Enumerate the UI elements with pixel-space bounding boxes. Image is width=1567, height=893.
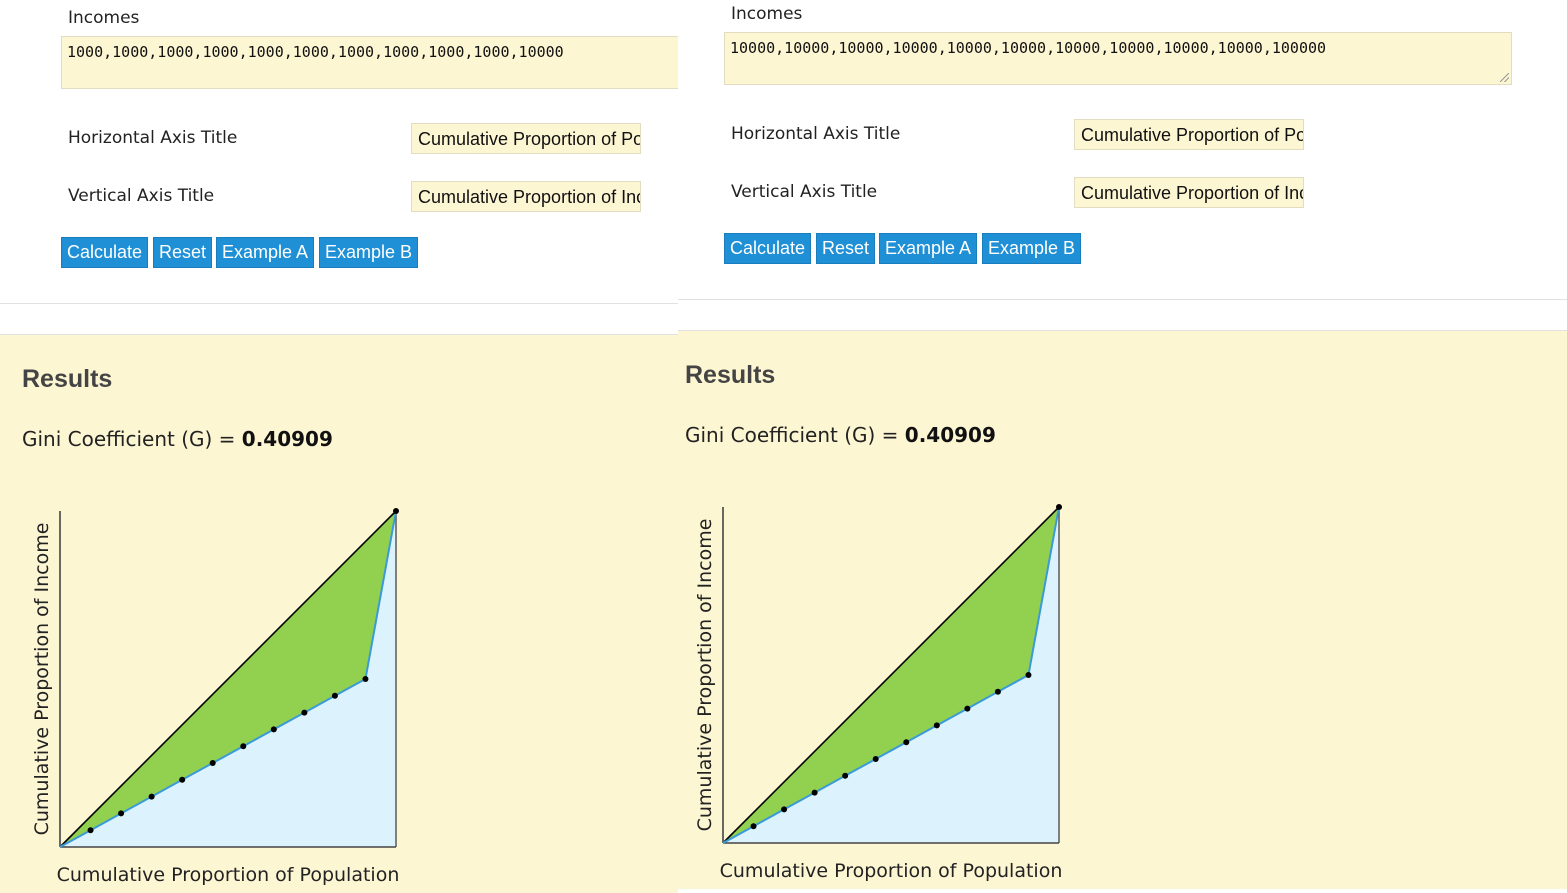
vertical-axis-title-value: Cumulative Proportion of Income [1081,183,1303,203]
horizontal-axis-title-value: Cumulative Proportion of Population [418,129,641,149]
gini-coefficient: Gini Coefficient (G) = 0.40909 [22,427,333,451]
gini-value: 0.40909 [241,427,333,451]
form-divider [678,299,1567,300]
example-b-button[interactable]: Example B [982,233,1082,264]
data-point [1025,672,1032,678]
x-axis-label: Cumulative Proportion of Population [720,860,1063,882]
y-axis-label: Cumulative Proportion of Income [694,519,716,832]
data-point [118,810,125,817]
vertical-axis-title-input[interactable]: Cumulative Proportion of Income [1074,177,1304,208]
data-point [781,806,788,813]
horizontal-axis-title-label: Horizontal Axis Title [731,124,901,144]
gini-coefficient: Gini Coefficient (G) = 0.40909 [685,423,996,447]
calculator-panel-left: Incomes 1000,1000,1000,1000,1000,1000,10… [0,0,678,893]
data-point [750,823,757,830]
results-section: Results Gini Coefficient (G) = 0.40909 C… [678,330,1567,889]
vertical-axis-title-input[interactable]: Cumulative Proportion of Income [411,181,641,212]
gini-label: Gini Coefficient (G) = [685,423,905,447]
gini-value: 0.40909 [904,423,996,447]
calculate-button[interactable]: Calculate [724,233,812,264]
gini-label: Gini Coefficient (G) = [22,427,242,451]
incomes-textarea[interactable]: 1000,1000,1000,1000,1000,1000,1000,1000,… [61,36,678,89]
resize-handle[interactable] [1500,73,1509,82]
reset-button[interactable]: Reset [153,237,213,268]
example-b-button[interactable]: Example B [319,237,419,268]
data-point [994,688,1001,695]
data-point [903,739,910,746]
example-a-button[interactable]: Example A [216,237,315,268]
incomes-value: 1000,1000,1000,1000,1000,1000,1000,1000,… [67,43,564,61]
data-point [87,827,94,834]
data-point [964,705,971,712]
x-axis-label: Cumulative Proportion of Population [57,864,400,886]
data-point [842,772,849,779]
lorenz-curve-chart: Cumulative Proportion of Population Cumul… [694,504,1063,882]
horizontal-axis-title-input[interactable]: Cumulative Proportion of Population [411,123,641,154]
incomes-textarea[interactable]: 10000,10000,10000,10000,10000,10000,1000… [724,32,1512,85]
calculator-panel-right: Incomes 10000,10000,10000,10000,10000,10… [678,0,1567,889]
y-axis-label: Cumulative Proportion of Income [31,523,53,836]
data-point [179,776,186,783]
data-point [1056,504,1062,510]
horizontal-axis-title-input[interactable]: Cumulative Proportion of Population [1074,119,1304,150]
data-point [362,676,369,682]
results-section: Results Gini Coefficient (G) = 0.40909 C… [0,334,678,893]
data-point [240,743,247,750]
vertical-axis-title-value: Cumulative Proportion of Income [418,187,640,207]
lorenz-curve-chart: Cumulative Proportion of Population Cumul… [31,508,400,886]
data-point [148,793,155,800]
reset-button[interactable]: Reset [816,233,876,264]
example-a-button[interactable]: Example A [879,233,978,264]
data-point [393,508,399,514]
data-point [872,756,879,762]
data-point [209,760,216,766]
incomes-value: 10000,10000,10000,10000,10000,10000,1000… [730,39,1327,57]
vertical-axis-title-label: Vertical Axis Title [731,182,878,202]
input-form: Incomes 1000,1000,1000,1000,1000,1000,10… [0,0,678,334]
results-title: Results [685,361,776,389]
incomes-label: Incomes [731,4,803,24]
vertical-axis-title-label: Vertical Axis Title [68,186,215,206]
horizontal-axis-title-value: Cumulative Proportion of Population [1081,125,1304,145]
horizontal-axis-title-label: Horizontal Axis Title [68,128,238,148]
data-point [811,789,818,796]
form-divider [0,303,678,304]
data-point [270,726,277,733]
incomes-label: Incomes [68,8,140,28]
data-point [301,709,308,716]
calculate-button[interactable]: Calculate [61,237,149,268]
input-form: Incomes 10000,10000,10000,10000,10000,10… [678,0,1567,330]
data-point [331,692,338,699]
results-title: Results [22,365,113,393]
data-point [933,722,940,729]
